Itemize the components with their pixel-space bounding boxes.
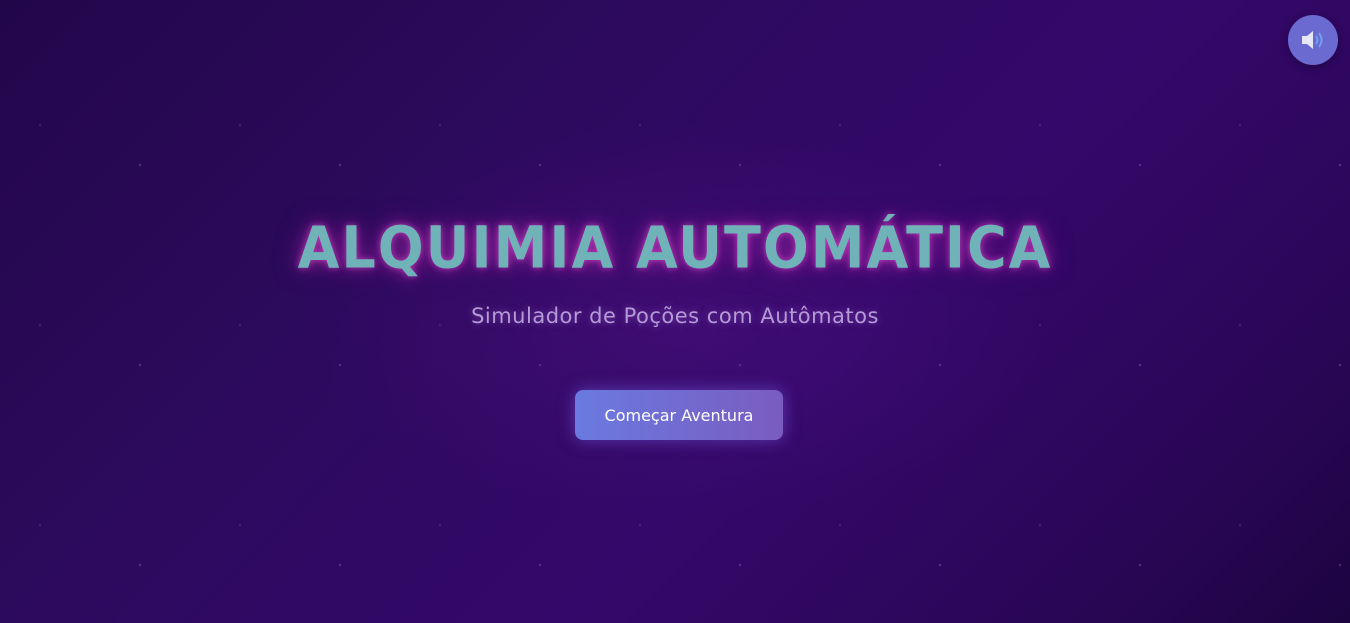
start-adventure-button[interactable]: Começar Aventura (575, 390, 783, 440)
title-screen: ALQUIMIA AUTOMÁTICA Simulador de Poções … (0, 0, 1350, 623)
game-title: ALQUIMIA AUTOMÁTICA (297, 213, 1053, 282)
game-subtitle: Simulador de Poções com Autômatos (471, 304, 879, 328)
